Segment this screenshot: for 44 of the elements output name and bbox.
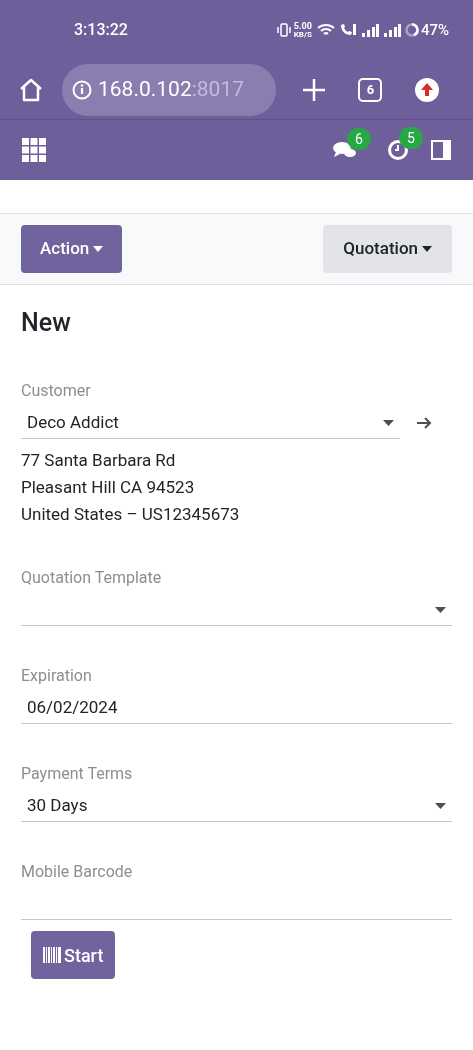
upload-icon[interactable]: [414, 77, 439, 102]
record-title: New: [21, 307, 72, 339]
signal-icon: [382, 23, 401, 37]
field-label: Mobile Barcode: [21, 862, 134, 882]
apps-grid-icon[interactable]: [22, 138, 46, 162]
address-line: United States – US12345673: [21, 503, 241, 526]
tab-count[interactable]: 6: [358, 77, 383, 102]
field-label: Expiration: [21, 666, 93, 686]
dropdown-field[interactable]: 30 Days: [21, 790, 452, 822]
field-label: Payment Terms: [21, 764, 134, 784]
network-speed-unit: KB/S: [293, 30, 312, 39]
info-icon: [72, 79, 92, 100]
start-button[interactable]: Start: [31, 931, 116, 979]
clock-icon[interactable]: [387, 139, 409, 161]
notification-badge: 6: [347, 128, 371, 150]
caret-icon: [435, 606, 446, 613]
wifi-icon: [316, 23, 335, 37]
field-label: Customer: [21, 381, 92, 401]
input-field[interactable]: 06/02/2024: [21, 692, 452, 724]
signal-icon: [360, 23, 379, 37]
barcode-icon: [43, 947, 61, 963]
address-line: Pleasant Hill CA 94523: [21, 476, 196, 499]
action-button[interactable]: Action: [21, 225, 123, 273]
clock-time: 3:13:22: [74, 19, 128, 41]
battery-percent: 47%: [420, 19, 449, 41]
caret-icon: [435, 802, 446, 809]
url-text: 168.0.102:8017: [98, 75, 244, 103]
status-button[interactable]: Quotation: [323, 225, 452, 273]
home-icon[interactable]: [18, 76, 44, 103]
call-icon: [338, 23, 357, 37]
caret-icon: [383, 419, 394, 426]
field-label: Quotation Template: [21, 568, 163, 588]
network-speed: 5.00: [293, 21, 312, 31]
notification-badge: 5: [399, 127, 423, 149]
arrow-right-icon[interactable]: [416, 416, 432, 430]
side-panel-icon[interactable]: [431, 140, 451, 160]
plus-icon[interactable]: [302, 77, 327, 102]
caret-icon: [93, 246, 104, 252]
vibrate-icon: [276, 23, 291, 37]
caret-icon: [422, 246, 432, 252]
dropdown-field[interactable]: Deco Addict: [21, 407, 400, 439]
address-line: 77 Santa Barbara Rd: [21, 449, 177, 472]
chat-icon[interactable]: [333, 140, 357, 160]
address-bar[interactable]: 168.0.102:8017: [62, 63, 276, 116]
